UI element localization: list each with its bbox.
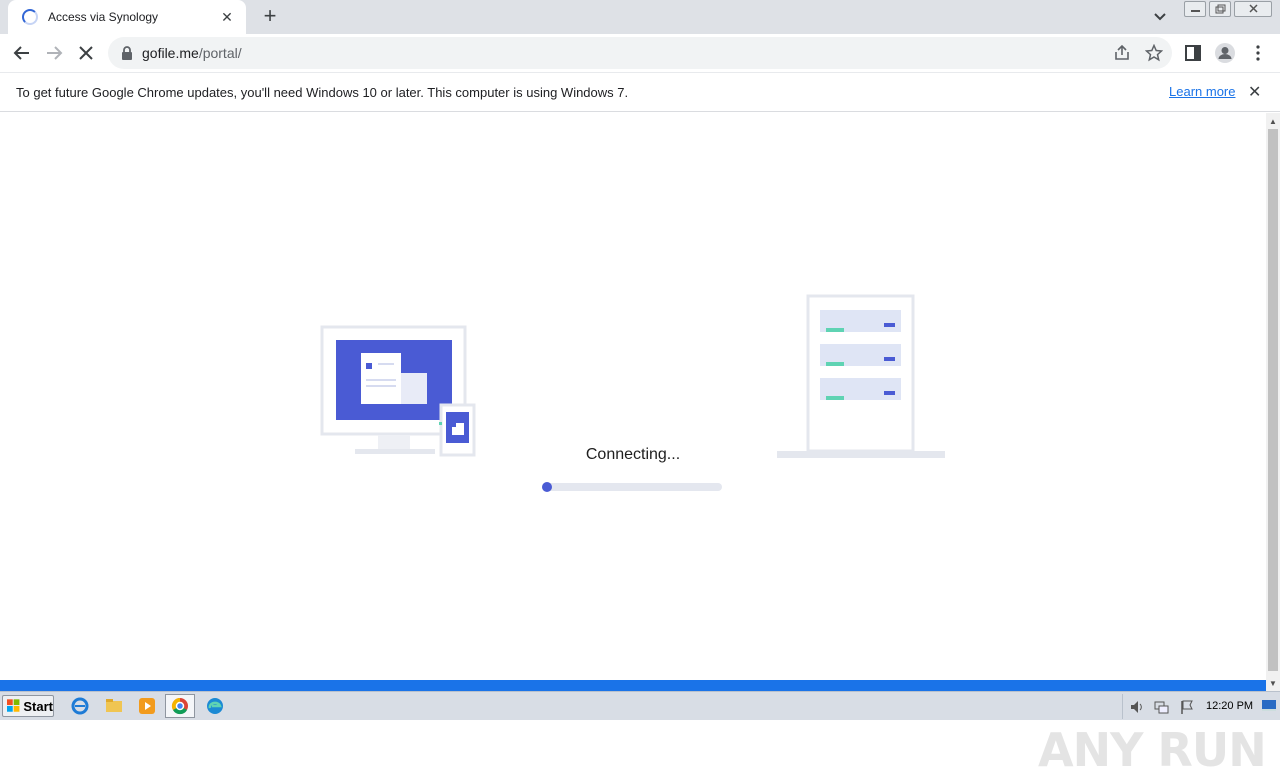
update-infobar: To get future Google Chrome updates, you… [0, 72, 1280, 112]
tab-access-via-synology[interactable]: Access via Synology ✕ [8, 0, 246, 34]
volume-icon[interactable] [1129, 699, 1145, 715]
url-path: /portal/ [198, 45, 242, 61]
learn-more-link[interactable]: Learn more [1169, 84, 1235, 99]
taskbar-clock[interactable]: 12:20 PM [1206, 700, 1253, 712]
system-tray: 12:20 PM [1122, 694, 1280, 719]
taskbar-chrome[interactable] [165, 694, 195, 718]
close-icon [79, 46, 93, 60]
taskbar-explorer[interactable] [103, 695, 125, 717]
anyrun-watermark: ANY RUN [1038, 723, 1267, 777]
tab-title: Access via Synology [48, 10, 159, 24]
url-host: gofile.me [142, 45, 199, 61]
windows-logo-icon [7, 699, 20, 712]
infobar-close-icon[interactable]: ✕ [1248, 82, 1261, 102]
edge-icon [207, 698, 223, 714]
windows-taskbar: Start 12:20 PM [0, 691, 1280, 720]
progress-fill [542, 482, 552, 492]
tab-strip: Access via Synology ✕ + [0, 0, 1280, 34]
kebab-menu-icon [1256, 45, 1260, 61]
scrollbar-thumb[interactable] [1268, 129, 1278, 671]
loading-spinner-icon [22, 9, 38, 25]
new-tab-button[interactable]: + [258, 5, 282, 29]
forward-button[interactable] [41, 40, 67, 66]
computer-illustration [320, 325, 476, 457]
side-panel-button[interactable] [1180, 40, 1206, 66]
connection-progress-bar [542, 482, 722, 492]
connecting-status: Connecting... [585, 446, 681, 463]
scroll-down-icon[interactable]: ▼ [1266, 677, 1280, 691]
vertical-scrollbar[interactable]: ▲ ▼ [1266, 113, 1280, 691]
chevron-down-icon [1154, 13, 1166, 21]
taskbar-ie[interactable] [69, 695, 91, 717]
arrow-left-icon [13, 46, 29, 60]
stop-loading-button[interactable] [73, 40, 99, 66]
taskbar-edge[interactable] [204, 695, 226, 717]
page-footer-bar [0, 680, 1266, 691]
close-icon [1249, 4, 1258, 13]
show-desktop-icon[interactable] [1261, 699, 1277, 713]
internet-explorer-icon [71, 697, 89, 715]
server-illustration [777, 294, 945, 458]
restore-button[interactable] [1209, 1, 1231, 17]
arrow-right-icon [47, 46, 63, 60]
browser-toolbar: gofile.me/portal/ [0, 34, 1280, 72]
close-window-button[interactable] [1234, 1, 1272, 17]
avatar-icon [1215, 43, 1235, 63]
media-player-icon [139, 698, 155, 714]
profile-button[interactable] [1212, 40, 1238, 66]
infobar-message: To get future Google Chrome updates, you… [16, 84, 629, 100]
scroll-up-icon[interactable]: ▲ [1266, 115, 1280, 129]
restore-icon [1215, 4, 1226, 14]
taskbar-media-player[interactable] [136, 695, 158, 717]
minimize-button[interactable] [1184, 1, 1206, 17]
minimize-icon [1191, 10, 1200, 12]
lock-icon [122, 46, 132, 60]
folder-icon [106, 699, 122, 712]
side-panel-icon [1185, 45, 1201, 61]
star-icon[interactable] [1145, 44, 1163, 62]
network-icon[interactable] [1153, 699, 1169, 715]
menu-button[interactable] [1245, 40, 1271, 66]
tab-close-icon[interactable]: ✕ [218, 9, 236, 26]
url-text: gofile.me/portal/ [142, 45, 242, 61]
tab-search-button[interactable] [1150, 8, 1170, 26]
share-icon[interactable] [1113, 44, 1131, 62]
start-label: Start [23, 698, 53, 714]
chrome-icon [171, 697, 188, 715]
back-button[interactable] [9, 40, 35, 66]
start-button[interactable]: Start [2, 695, 54, 717]
action-center-flag-icon[interactable] [1179, 699, 1195, 715]
address-bar[interactable]: gofile.me/portal/ [108, 37, 1172, 69]
page-viewport: Connecting... ANY RUN [0, 113, 1267, 777]
